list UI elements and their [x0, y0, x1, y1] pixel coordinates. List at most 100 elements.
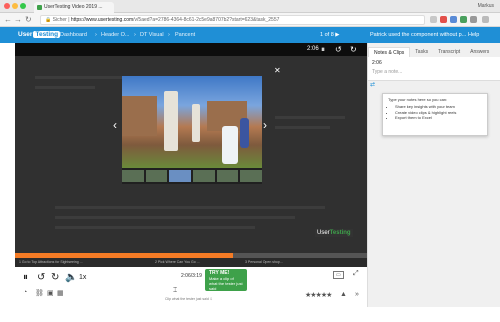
clip-marker-icon[interactable]: ⌶ [173, 287, 177, 295]
photo-person [222, 126, 238, 164]
video-player[interactable]: 2:06 ⏸ ↺ ↻ Pause Clip Done Download clip… [15, 43, 367, 253]
title-bar: UserTesting Video 2019 ... Markus [0, 0, 500, 13]
task-marker-1[interactable]: 1 Go to Top Attractions for Sightseeing … [19, 260, 83, 264]
photo-lightbox [122, 76, 263, 184]
task-marker-2[interactable]: 2 Pick Where Can You Go ... [155, 260, 200, 264]
photo-ruin [122, 96, 157, 136]
player-controls: ⏸ ↺ ↻ 🔈 1x 2:06/3:19 TRY ME! Make a clip… [15, 267, 367, 307]
extension-icon[interactable] [460, 16, 467, 23]
extension-icon[interactable] [440, 16, 447, 23]
tab-tasks[interactable]: Tasks [410, 47, 433, 57]
usertesting-logo[interactable]: User Testing [18, 30, 61, 40]
forward-icon[interactable]: ↻ [51, 272, 59, 284]
download-icon[interactable]: ▣ [47, 289, 54, 297]
url-host: https://www.usertesting.com [70, 17, 134, 23]
tab-title: UserTesting Video 2019 ... [44, 4, 103, 10]
thumbnail[interactable] [193, 170, 215, 182]
fullscreen-icon[interactable]: ⤢ [353, 270, 359, 278]
popup-title: Type your notes here so you can: [388, 97, 448, 102]
clip-hint: Clip what the tester just said ⇩ [165, 297, 213, 301]
playback-speed[interactable]: 1x [79, 274, 86, 281]
close-window-icon[interactable] [4, 3, 10, 9]
note-editor[interactable]: 2:06 Type a note... [368, 57, 500, 81]
lightbox-photo [122, 76, 262, 168]
rating-stars[interactable]: ★★★★★ [305, 291, 332, 299]
more-icon[interactable]: » [355, 291, 359, 298]
photo-statue [192, 104, 200, 142]
link-icon[interactable]: ⛓ [35, 289, 44, 297]
tab-transcript[interactable]: Transcript [433, 47, 465, 57]
pause-icon[interactable]: ⏸ [23, 272, 28, 284]
notes-panel: Notes & Clips Tasks Transcript Answers 2… [367, 43, 500, 307]
popup-item: Export them to Excel [395, 115, 482, 121]
breadcrumb-dashboard[interactable]: Dashboard [60, 30, 87, 40]
logo-part-b: Testing [33, 31, 61, 38]
timeline-remaining [233, 253, 367, 258]
extension-icon[interactable] [450, 16, 457, 23]
notes-onboarding-popup: Type your notes here so you can: Share k… [382, 93, 488, 136]
page-placeholder-line [35, 86, 95, 89]
page-placeholder-line [55, 206, 325, 209]
page-placeholder-line [55, 216, 295, 219]
video-timeline[interactable]: 1 Go to Top Attractions for Sightseeing … [15, 253, 367, 267]
app-header: User Testing Dashboard › Header O... › DT… [0, 27, 500, 43]
tab-answers[interactable]: Answers [465, 47, 494, 57]
session-pager[interactable]: 1 of 8 ▶ [320, 30, 340, 40]
task-prompt: Patrick used the component without p... [370, 32, 467, 38]
back-icon[interactable]: ← [4, 15, 12, 25]
chevron-right-icon[interactable]: › [263, 118, 267, 132]
secure-label: Sicher [52, 17, 67, 23]
warning-icon[interactable]: ▲ [340, 291, 347, 298]
chevron-left-icon[interactable]: ‹ [113, 118, 117, 132]
page-placeholder-line [55, 226, 255, 229]
breadcrumb-study[interactable]: Header O... [101, 30, 129, 40]
browser-menu-icon[interactable] [482, 16, 489, 23]
logo-part-a: User [18, 31, 33, 38]
bookmark-star-icon[interactable] [430, 16, 437, 23]
make-clip-button[interactable]: TRY ME! Make a clip of what the tester j… [205, 269, 247, 291]
video-time: 2:06 [307, 46, 319, 52]
forward-icon[interactable]: → [14, 15, 22, 25]
breadcrumb-tester[interactable]: Pancent [175, 30, 195, 40]
volume-icon[interactable]: 🔈 [65, 272, 77, 284]
thumbnail[interactable] [122, 170, 144, 182]
playback-time: 2:06/3:19 [181, 273, 202, 279]
popup-list: Share key insights with your team Create… [395, 104, 482, 121]
extension-icon[interactable] [470, 16, 477, 23]
close-icon[interactable]: ✕ [274, 66, 281, 75]
rewind-icon[interactable]: ↺ [37, 272, 45, 284]
reload-icon[interactable]: ↻ [25, 15, 32, 25]
thumbnail[interactable] [216, 170, 239, 182]
tab-notes-clips[interactable]: Notes & Clips [368, 47, 411, 57]
thumbnail[interactable] [240, 170, 263, 182]
breadcrumb-session[interactable]: DT Visual [140, 30, 164, 40]
pause-icon[interactable]: ⏸ [321, 44, 325, 55]
browser-tab[interactable]: UserTesting Video 2019 ... [34, 2, 114, 13]
address-bar-row: ← → ↻ 🔒 Sicher | https://www.usertesting… [0, 13, 500, 27]
minimize-window-icon[interactable] [12, 3, 18, 9]
help-link[interactable]: Help [468, 30, 479, 40]
watermark-a: User [317, 230, 330, 236]
usertesting-favicon-icon [37, 5, 42, 10]
profile-name[interactable]: Markus [478, 2, 494, 11]
photo-statue [164, 91, 178, 151]
note-input[interactable]: Type a note... [372, 69, 402, 75]
chat-icon[interactable]: ◔ [23, 289, 27, 296]
page-placeholder-line [275, 126, 330, 129]
maximize-window-icon[interactable] [20, 3, 26, 9]
thumbnail[interactable] [145, 170, 168, 182]
video-watermark: UserTesting [315, 229, 353, 237]
pager-label: 1 of 8 [320, 32, 334, 38]
share-link-icon[interactable]: ⇄ [370, 81, 375, 88]
lock-icon: 🔒 [45, 17, 52, 23]
panel-tabs: Notes & Clips Tasks Transcript Answers [368, 47, 500, 57]
captions-icon[interactable]: ▭ [333, 271, 344, 279]
url-input[interactable]: 🔒 Sicher | https://www.usertesting.com/v… [40, 15, 425, 25]
lightbox-thumbnails [122, 170, 263, 182]
rewind-icon[interactable]: ↺ [335, 44, 342, 55]
task-marker-3[interactable]: 3 Personal Open shop... [245, 260, 283, 264]
thumbnail[interactable] [169, 170, 192, 182]
photo-person [240, 118, 249, 148]
forward-icon[interactable]: ↻ [350, 44, 357, 55]
grid-icon[interactable]: ▦ [57, 289, 64, 297]
